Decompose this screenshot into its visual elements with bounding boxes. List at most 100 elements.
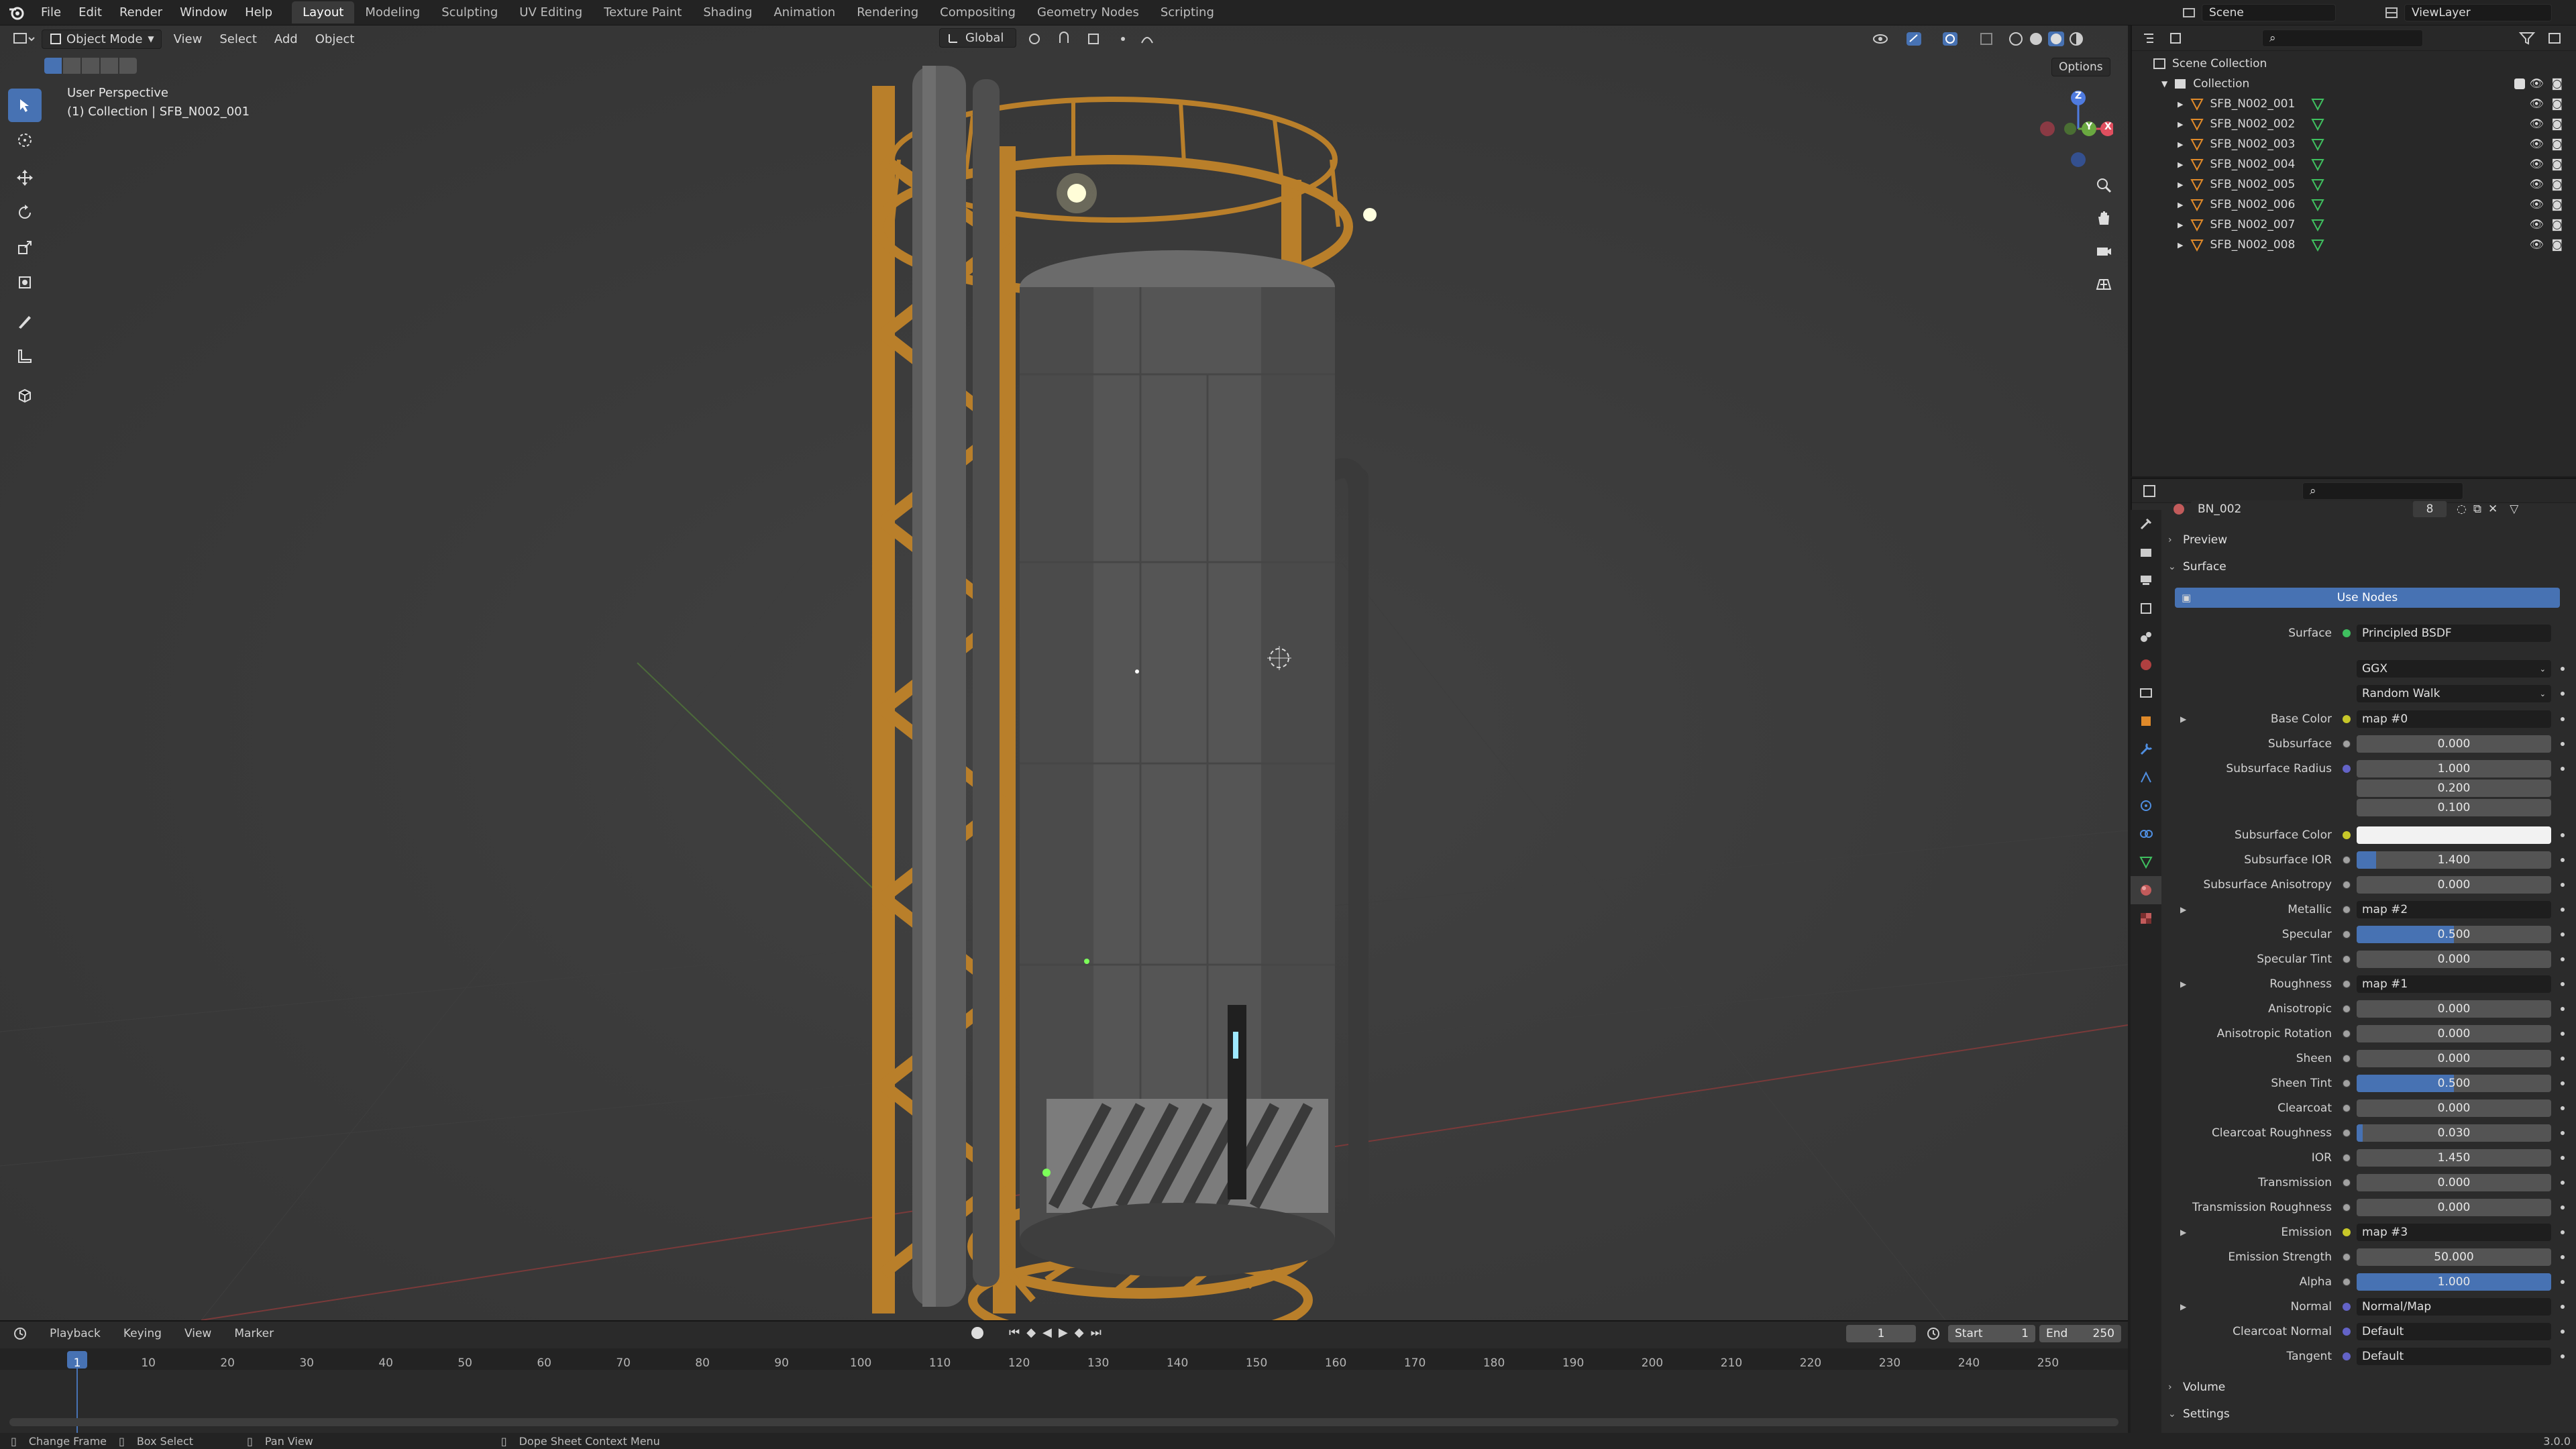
collection-tab-icon[interactable] xyxy=(2131,679,2161,707)
menu-render[interactable]: Render xyxy=(111,5,171,19)
view-layer-selector[interactable]: ViewLayer xyxy=(2383,4,2552,21)
animate-dot[interactable] xyxy=(2561,1156,2565,1160)
socket-icon[interactable] xyxy=(2343,1303,2351,1311)
output-tab-icon[interactable] xyxy=(2131,566,2161,594)
particles-tab-icon[interactable] xyxy=(2131,763,2161,792)
color-swatch[interactable] xyxy=(2357,826,2551,844)
material-users-count[interactable]: 8 xyxy=(2412,500,2447,518)
material-name-field[interactable]: BN_002 xyxy=(2191,500,2412,518)
prop-value-field[interactable]: 0.000 xyxy=(2357,1025,2551,1042)
object-tab-icon[interactable] xyxy=(2131,707,2161,735)
select-new-icon[interactable] xyxy=(44,58,62,74)
transform-tool-icon[interactable] xyxy=(8,266,42,299)
outliner-object-row[interactable]: ▶ SFB_N002_005 👁 ◙ xyxy=(2132,174,2576,195)
scene-selector[interactable]: Scene xyxy=(2180,4,2336,21)
texture-tab-icon[interactable] xyxy=(2131,904,2161,932)
animate-dot[interactable] xyxy=(2561,1305,2565,1309)
render-camera-icon[interactable]: ◙ xyxy=(2552,117,2563,131)
properties-editor-type-icon[interactable] xyxy=(2141,483,2168,499)
prop-link-field[interactable]: Normal/Map xyxy=(2357,1298,2551,1316)
animate-dot[interactable] xyxy=(2561,932,2565,936)
subsurface-method-dropdown[interactable]: Random Walk ⌄ xyxy=(2357,685,2551,702)
render-camera-icon[interactable]: ◙ xyxy=(2552,138,2563,151)
prop-value-field[interactable]: 0.000 xyxy=(2357,876,2551,894)
prop-link-field[interactable]: Default xyxy=(2357,1323,2551,1340)
animate-dot[interactable] xyxy=(2561,1057,2565,1061)
outliner-object-row[interactable]: ▶ SFB_N002_008 👁 ◙ xyxy=(2132,235,2576,255)
expand-arrow-icon[interactable]: ▶ xyxy=(2178,221,2183,229)
add-cube-tool-icon[interactable] xyxy=(8,378,42,412)
select-intersect-icon[interactable] xyxy=(119,58,137,74)
socket-icon[interactable] xyxy=(2343,1203,2351,1212)
volume-panel-header[interactable]: › Volume xyxy=(2168,1377,2568,1397)
prop-value-field[interactable]: 0.000 xyxy=(2357,735,2551,753)
tab-texture-paint[interactable]: Texture Paint xyxy=(593,1,692,23)
prop-value-field[interactable]: 0.000 xyxy=(2357,1099,2551,1117)
prop-value-field[interactable]: 0.200 xyxy=(2357,780,2551,797)
preview-panel-header[interactable]: › Preview xyxy=(2168,530,2568,550)
expand-arrow-icon[interactable]: ▶ xyxy=(2178,241,2183,250)
outliner-search-input[interactable]: ⌕ xyxy=(2262,29,2423,47)
move-tool-icon[interactable] xyxy=(8,161,42,195)
socket-icon[interactable] xyxy=(2343,1129,2351,1137)
expand-arrow-icon[interactable]: ▶ xyxy=(2178,180,2183,189)
expand-arrow-icon[interactable]: ▶ xyxy=(2180,714,2186,724)
visibility-eye-icon[interactable]: 👁 xyxy=(2529,178,2544,191)
expand-arrow-icon[interactable]: ▶ xyxy=(2178,120,2183,129)
navigation-gizmo[interactable]: Z Y X xyxy=(2033,87,2115,174)
tab-shading[interactable]: Shading xyxy=(692,1,763,23)
fake-user-icon[interactable]: ◌ xyxy=(2457,502,2467,516)
viewport-menu-select[interactable]: Select xyxy=(219,32,257,46)
scene-tab-icon[interactable] xyxy=(2131,623,2161,651)
animate-dot[interactable] xyxy=(2561,742,2565,746)
duplicate-material-icon[interactable]: ⧉ xyxy=(2473,502,2481,516)
outliner[interactable]: ⌕ Scene Collection ▼ Collection 👁 ◙ ▶ SFB… xyxy=(2131,25,2576,476)
tab-rendering[interactable]: Rendering xyxy=(846,1,929,23)
scene-name[interactable]: Scene xyxy=(2202,4,2336,21)
zoom-icon[interactable] xyxy=(2094,176,2113,198)
material-tab-icon[interactable] xyxy=(2131,876,2161,904)
perspective-toggle-icon[interactable] xyxy=(2094,274,2113,297)
socket-icon[interactable] xyxy=(2343,740,2351,748)
modifier-tab-icon[interactable] xyxy=(2131,735,2161,763)
display-mode-icon[interactable] xyxy=(2168,30,2195,46)
xray-icon[interactable] xyxy=(1978,31,1998,47)
outliner-editor-type-icon[interactable] xyxy=(2141,30,2168,46)
animate-dot[interactable] xyxy=(2561,1181,2565,1185)
animate-dot[interactable] xyxy=(2561,883,2565,887)
mesh-data-icon[interactable] xyxy=(2310,117,2325,131)
tab-layout[interactable]: Layout xyxy=(292,1,355,23)
render-camera-icon[interactable]: ◙ xyxy=(2552,238,2563,252)
render-camera-icon[interactable]: ◙ xyxy=(2552,218,2563,231)
outliner-object-row[interactable]: ▶ SFB_N002_007 👁 ◙ xyxy=(2132,215,2576,235)
surface-panel-header[interactable]: ⌄ Surface xyxy=(2168,557,2568,577)
visibility-eye-icon[interactable]: 👁 xyxy=(2529,138,2544,151)
socket-icon[interactable] xyxy=(2343,906,2351,914)
socket-icon[interactable] xyxy=(2343,930,2351,938)
render-camera-icon[interactable]: ◙ xyxy=(2552,178,2563,191)
prop-value-field[interactable]: 0.500 xyxy=(2357,1075,2551,1092)
animate-dot[interactable] xyxy=(2561,1354,2565,1358)
menu-file[interactable]: File xyxy=(32,5,70,19)
tab-geometry-nodes[interactable]: Geometry Nodes xyxy=(1026,1,1150,23)
socket-icon[interactable] xyxy=(2343,1228,2351,1236)
animate-dot[interactable] xyxy=(2561,1131,2565,1135)
camera-view-icon[interactable] xyxy=(2094,241,2113,264)
annotate-tool-icon[interactable] xyxy=(8,305,42,338)
prop-link-field[interactable]: Default xyxy=(2357,1348,2551,1365)
gizmo-toggle-icon[interactable] xyxy=(1905,31,1925,47)
outliner-object-row[interactable]: ▶ SFB_N002_006 👁 ◙ xyxy=(2132,195,2576,215)
prop-value-field[interactable]: 0.000 xyxy=(2357,1000,2551,1018)
material-shading-icon[interactable] xyxy=(2047,31,2068,47)
filter-icon[interactable] xyxy=(2518,30,2538,46)
mesh-data-icon[interactable] xyxy=(2310,197,2325,212)
outliner-object-row[interactable]: ▶ SFB_N002_004 👁 ◙ xyxy=(2132,154,2576,174)
outliner-object-row[interactable]: ▶ SFB_N002_001 👁 ◙ xyxy=(2132,94,2576,114)
socket-icon[interactable] xyxy=(2343,856,2351,864)
visibility-eye-icon[interactable]: 👁 xyxy=(2529,238,2544,252)
scale-tool-icon[interactable] xyxy=(8,231,42,264)
menu-window[interactable]: Window xyxy=(171,5,236,19)
expand-arrow-icon[interactable]: ▶ xyxy=(2178,140,2183,149)
prop-link-field[interactable]: map #2 xyxy=(2357,901,2551,918)
render-camera-icon[interactable]: ◙ xyxy=(2552,77,2563,91)
